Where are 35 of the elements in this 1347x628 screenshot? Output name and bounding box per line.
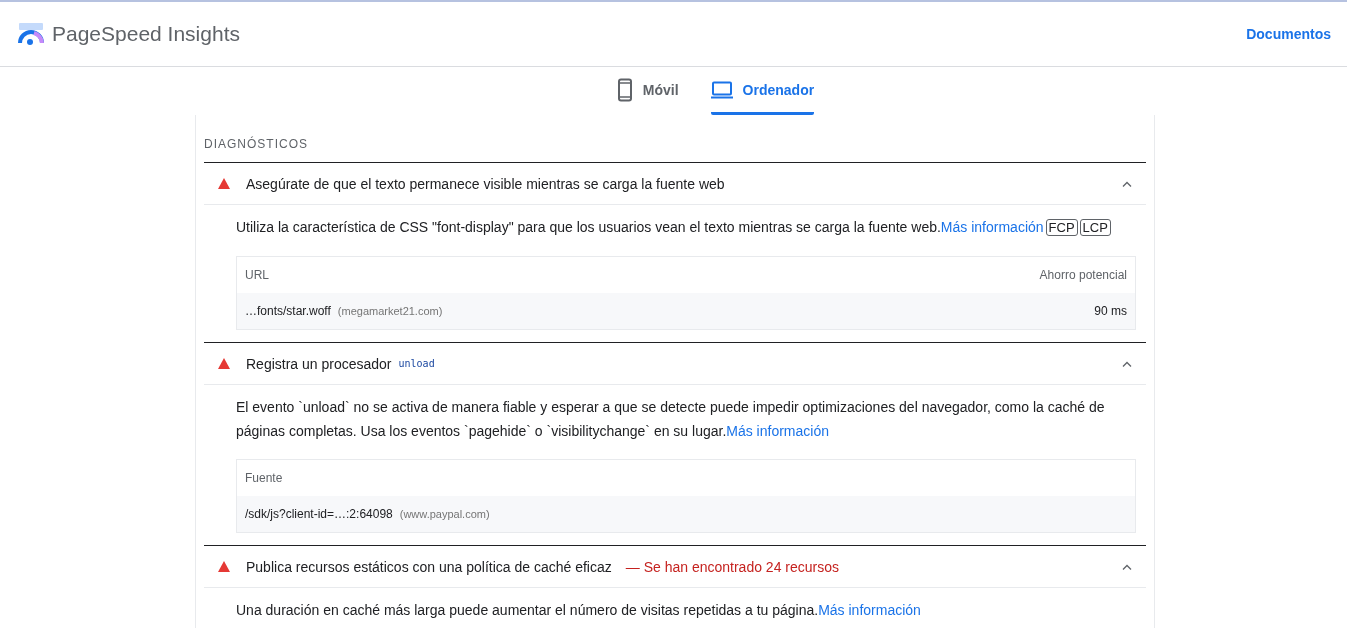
speedometer-logo-icon	[18, 23, 44, 45]
laptop-icon	[710, 80, 733, 99]
resource-host: (megamarket21.com)	[337, 305, 443, 317]
section-heading: DIAGNÓSTICOS	[204, 115, 1146, 163]
column-header: URL	[245, 268, 269, 282]
audit-title: Publica recursos estáticos con una política de caché eficaz	[246, 558, 612, 575]
audit-title: Registra un procesador	[246, 355, 392, 372]
app-title: PageSpeed Insights	[52, 22, 240, 46]
audit-header[interactable]: Registra un procesador unload	[204, 343, 1146, 385]
more-info-link[interactable]: Más información	[818, 602, 921, 618]
device-tab[interactable]: Móvil	[616, 67, 679, 115]
resource-host: (www.paypal.com)	[399, 508, 490, 520]
metric-badge: LCP	[1079, 219, 1111, 236]
audit-header[interactable]: Publica recursos estáticos con una política de caché eficaz — Se han encontrado 24 recursos	[204, 546, 1146, 588]
column-header: Fuente	[245, 471, 283, 485]
phone-icon	[616, 77, 633, 102]
audit-title: Asegúrate de que el texto permanece visible mientras se carga la fuente web	[246, 175, 725, 192]
audit-description: Una duración en caché más larga puede aumentar el número de visitas repetidas a tu página.Más información	[236, 601, 922, 620]
more-info-link[interactable]: Más información	[726, 423, 829, 439]
audit-description: El evento `unload` no se activa de manera fiable y esperar a que se detecte puede impedir optimizaciones del navegador, como la caché de páginas completas. Usa los eventos `pagehide` o `visibilitychange` en su lugar.Más información	[236, 398, 1106, 441]
warning-triangle-icon	[218, 178, 230, 189]
docs-link[interactable]: Documentos	[1246, 26, 1331, 42]
warning-text: — Se han encontrado 24 recursos	[625, 558, 839, 575]
code-text: unload	[398, 358, 435, 369]
more-info-link[interactable]: Más información	[940, 219, 1044, 235]
savings-value: 90 ms	[1094, 304, 1127, 318]
warning-triangle-icon	[218, 561, 230, 572]
device-tab[interactable]: Ordenador	[710, 67, 815, 115]
resource-url: …fonts/star.woff	[245, 304, 331, 318]
column-header: Ahorro potencial	[1039, 268, 1127, 282]
resource-url: /sdk/js?client-id=…:2:64098	[245, 507, 393, 521]
warning-triangle-icon	[218, 358, 230, 369]
audit-description: Utiliza la característica de CSS "font-display" para que los usuarios vean el texto mientras se carga la fuente web.Más información FCP LCP	[236, 205, 1136, 256]
metric-badge: FCP	[1045, 219, 1078, 236]
audit-header[interactable]: Asegúrate de que el texto permanece visible mientras se carga la fuente web	[204, 163, 1146, 205]
